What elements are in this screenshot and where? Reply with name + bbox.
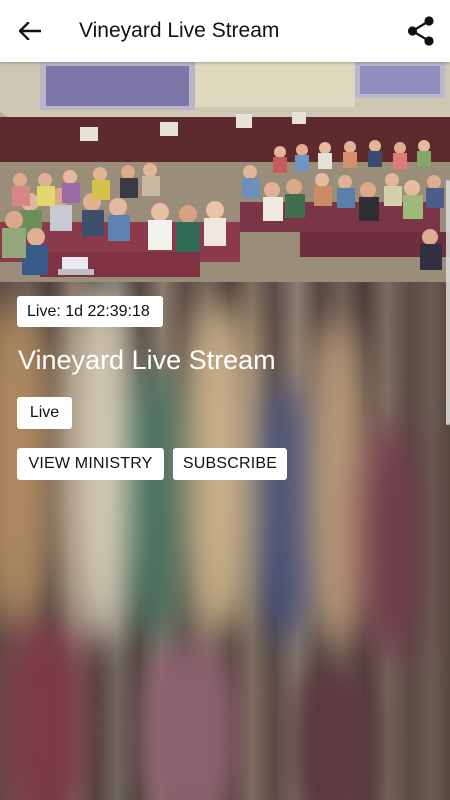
back-button[interactable] [14,15,46,47]
arrow-left-icon [19,22,41,40]
view-ministry-label: VIEW MINISTRY [28,455,153,472]
live-timer-badge: Live: 1d 22:39:18 [17,296,163,327]
live-stream-screen: Vineyard Live Stream Live: 1d 22:39:18 V… [0,0,450,800]
live-timer-text: Live: 1d 22:39:18 [27,303,150,320]
subscribe-label: SUBSCRIBE [182,455,278,472]
stream-thumbnail-image[interactable] [0,62,450,282]
live-status-text: Live [29,404,60,421]
live-status-badge: Live [17,397,72,429]
scrollbar[interactable] [446,180,450,425]
page-title: Vineyard Live Stream [79,19,280,42]
app-bar: Vineyard Live Stream [0,0,450,62]
share-icon [407,16,434,46]
subscribe-button[interactable]: SUBSCRIBE [173,448,287,480]
share-button[interactable] [404,14,438,48]
stream-title: Vineyard Live Stream [18,345,276,375]
view-ministry-button[interactable]: VIEW MINISTRY [17,448,164,480]
